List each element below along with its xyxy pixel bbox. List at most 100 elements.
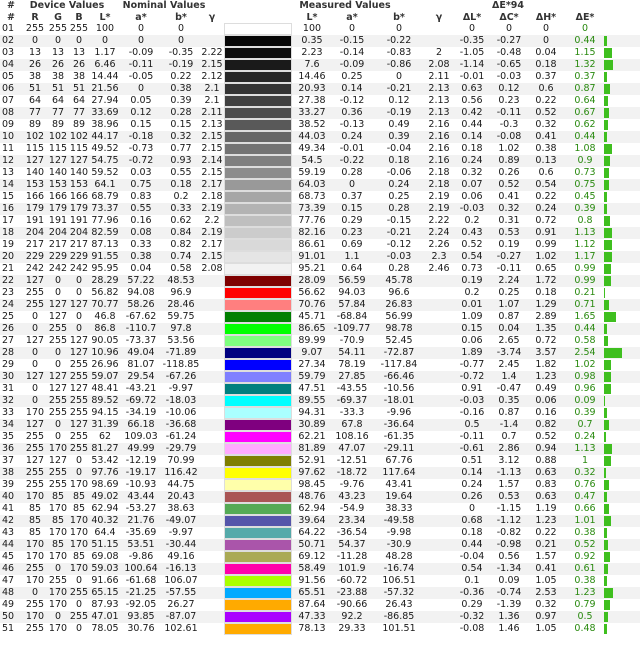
table-cell: 2.13	[428, 107, 450, 118]
table-cell: 0.61	[574, 563, 596, 574]
table-cell: -12.19	[125, 455, 157, 466]
delta-e-bar	[604, 419, 640, 431]
table-cell: 6.46	[94, 59, 116, 70]
table-cell: 0.77	[170, 143, 192, 154]
table-cell: -9.97	[168, 383, 194, 394]
table-cell: 56.59	[338, 275, 366, 286]
table-cell: -61.68	[125, 575, 157, 586]
table-cell: 170	[25, 551, 45, 562]
color-swatch	[224, 563, 292, 575]
table-cell: 49.99	[127, 443, 155, 454]
table-cell: -0.03	[459, 395, 485, 406]
table-cell: -57.32	[383, 587, 415, 598]
table-cell: 85	[51, 515, 65, 526]
table-cell: 0.18	[170, 179, 192, 190]
table-cell: 0.91	[461, 383, 483, 394]
table-cell: 204	[69, 227, 89, 238]
table-cell: 47.07	[338, 443, 366, 454]
table-cell: 127	[69, 335, 89, 346]
table-cell: 0	[395, 71, 403, 82]
table-cell: 0.97	[535, 611, 557, 622]
table-cell: 109.03	[124, 431, 158, 442]
color-swatch	[224, 527, 292, 539]
table-cell: 0	[54, 359, 62, 370]
table-cell: 17	[2, 215, 15, 226]
table-cell: 0.51	[461, 455, 483, 466]
table-row: 30 127 127 255 59.07 29.54 -67.26 59.79 27.85 -66…	[0, 371, 640, 383]
table-cell: 14	[2, 179, 15, 190]
table-cell: 26	[2, 323, 15, 334]
table-cell: 0.23	[498, 95, 520, 106]
table-row: 43 85 170 170 64.4 -35.69 -9.97 64.22 -36.54 -9.9…	[0, 527, 640, 539]
color-swatch	[224, 623, 292, 635]
table-cell: 0.24	[388, 179, 410, 190]
table-cell	[426, 311, 452, 323]
table-cell: 0	[75, 599, 83, 610]
table-row: 20 229 229 229 91.55 0.38 0.74 2.15 91.01 1.1 -0.0…	[0, 251, 640, 263]
table-cell: 2.22	[201, 47, 223, 58]
table-cell: 2.24	[498, 275, 520, 286]
table-row: 40 170 85 85 49.02 43.44 20.43 48.76 43.23 19.64 0…	[0, 491, 640, 503]
table-cell	[200, 323, 224, 335]
table-cell: -0.35	[459, 35, 485, 46]
table-cell: 0.87	[574, 83, 596, 94]
table-cell: 0.21	[574, 287, 596, 298]
table-cell	[200, 611, 224, 623]
table-cell: 54.5	[301, 155, 323, 166]
table-cell: 255	[48, 407, 68, 418]
table-cell: 0	[54, 419, 62, 430]
table-row: 46 255 0 170 59.03 100.64 -16.13 58.49 101.9 -16.…	[0, 563, 640, 575]
table-cell: 1.1	[344, 251, 360, 262]
delta-e-bar-fill	[604, 264, 611, 274]
table-cell: 87.64	[298, 599, 326, 610]
table-cell: 170	[69, 527, 89, 538]
table-cell: 2.3	[431, 251, 447, 262]
table-row: 21 242 242 242 95.95 0.04 0.58 2.08 95.21 0.64 0.2…	[0, 263, 640, 275]
table-cell: 45.71	[298, 311, 326, 322]
table-cell: 242	[69, 263, 89, 274]
delta-e-bar-fill	[604, 408, 607, 418]
table-cell: 166	[69, 191, 89, 202]
color-swatch	[224, 215, 292, 227]
table-cell: -110.7	[125, 323, 157, 334]
table-cell: 22	[2, 275, 15, 286]
table-cell: 255	[25, 443, 45, 454]
table-cell: -70.9	[339, 335, 365, 346]
table-cell: -34.19	[125, 407, 157, 418]
table-cell: 0.05	[130, 95, 152, 106]
table-cell: 204	[25, 227, 45, 238]
table-cell	[426, 275, 452, 287]
table-row: 29 0 0 255 26.96 81.07 -118.85 27.34 78.19 -117.8…	[0, 359, 640, 371]
table-row: 22 127 0 0 28.29 57.22 48.53 28.09 56.59 45.78 0.1…	[0, 275, 640, 287]
table-cell: 78.13	[298, 623, 326, 634]
table-cell: -0.61	[459, 443, 485, 454]
table-cell: 0.39	[574, 407, 596, 418]
table-cell: 32	[2, 395, 15, 406]
table-cell: 59.75	[167, 311, 195, 322]
table-row: 11 115 115 115 49.52 -0.73 0.77 2.15 49.34 -0.01-…	[0, 143, 640, 155]
table-cell: 2.11	[428, 71, 450, 82]
table-cell: 73.37	[91, 203, 119, 214]
table-cell	[200, 287, 224, 299]
table-cell: 0.99	[574, 263, 596, 274]
table-cell: 2.22	[428, 215, 450, 226]
table-cell: 62.94	[298, 503, 326, 514]
delta-e-bar	[604, 431, 640, 443]
table-cell: 2.14	[201, 155, 223, 166]
delta-e-bar-fill	[604, 324, 608, 334]
table-cell: 36	[2, 443, 15, 454]
table-cell: 101.51	[382, 623, 416, 634]
table-cell: -0.19	[168, 59, 194, 70]
color-swatch	[224, 47, 292, 59]
table-cell: -1.39	[496, 599, 522, 610]
table-cell: 153	[69, 179, 89, 190]
table-cell: 85	[72, 551, 86, 562]
table-cell: -43.21	[125, 383, 157, 394]
group-header	[406, 0, 432, 12]
table-cell: 07	[2, 95, 15, 106]
table-cell: 0.87	[498, 407, 520, 418]
table-cell: 0	[75, 455, 83, 466]
table-cell: 51	[28, 83, 42, 94]
table-cell: 1.65	[574, 311, 596, 322]
table-cell: 1.57	[498, 479, 520, 490]
